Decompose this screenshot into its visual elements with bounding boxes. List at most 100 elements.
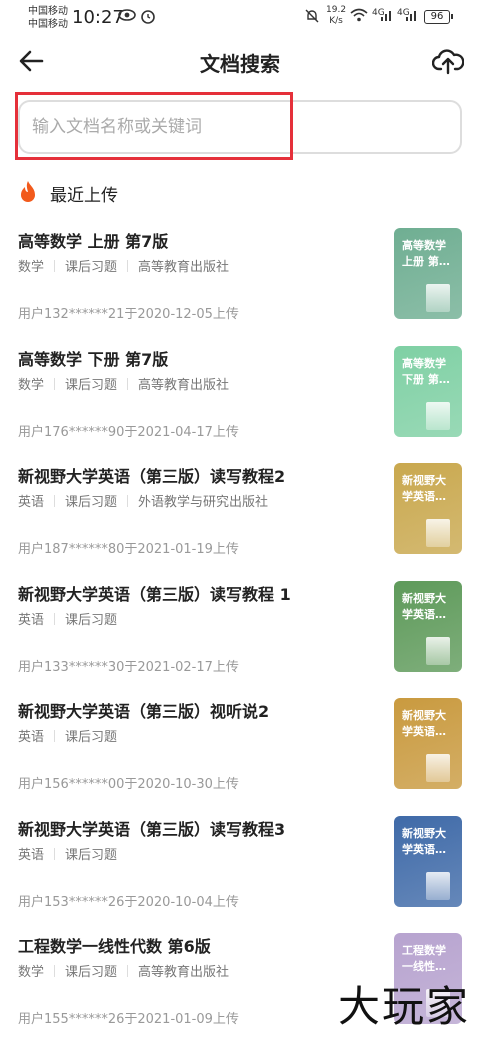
tag-separator xyxy=(54,847,56,860)
section-title: 最近上传 xyxy=(50,186,118,206)
document-upload-info: 用户155******26于2021-01-09上传 xyxy=(18,1012,239,1027)
tag-separator xyxy=(127,260,129,272)
document-upload-info: 用户187******80于2021-01-19上传 xyxy=(18,542,239,557)
tag-separator xyxy=(127,965,129,977)
document-upload-info: 用户176******90于2021-04-17上传 xyxy=(18,424,239,440)
document-tag: 英语 xyxy=(18,730,45,745)
tag-separator xyxy=(127,495,129,507)
net-speed: 19.2 K/s xyxy=(326,5,346,27)
book-thumbnail-icon xyxy=(426,284,450,312)
document-tags: 英语 课后习题 xyxy=(18,609,117,628)
tag-separator xyxy=(54,377,56,390)
page-title: 文档搜索 xyxy=(200,52,280,76)
document-tag: 数学 xyxy=(18,965,45,980)
flame-icon xyxy=(21,181,35,202)
document-tag: 数学 xyxy=(18,377,45,393)
document-cover[interactable]: 新视野大学英语… xyxy=(394,815,462,907)
document-item[interactable]: 新视野大学英语（第三版）读写教程2 英语 课后习题 外语教学与研究出版社用户187**… xyxy=(0,457,480,575)
document-item[interactable]: 高等数学 下册 第7版数学 课后习题 高等教育出版社用户176******90于20… xyxy=(0,340,480,458)
document-tag: 课后习题 xyxy=(65,612,118,628)
document-tags: 英语 课后习题 xyxy=(18,844,117,863)
document-tag: 英语 xyxy=(18,847,45,863)
signal-1-icon xyxy=(380,8,394,26)
cover-title: 新视野大学英语… xyxy=(402,591,446,621)
document-cover[interactable]: 新视野大学英语… xyxy=(394,698,462,789)
cover-title: 高等数学下册 第… xyxy=(402,356,450,386)
book-thumbnail-icon xyxy=(426,871,450,900)
document-title: 新视野大学英语（第三版）视听说2 xyxy=(18,702,270,721)
book-thumbnail-icon xyxy=(426,636,450,665)
document-tags: 数学 课后习题 高等教育出版社 xyxy=(18,256,229,275)
book-thumbnail-icon xyxy=(426,754,450,782)
search-input[interactable] xyxy=(32,112,442,142)
battery-indicator: 96 xyxy=(424,10,453,24)
header: 文档搜索 xyxy=(0,36,480,86)
watermark: 大玩家 xyxy=(337,982,470,1031)
document-tag: 课后习题 xyxy=(65,965,118,980)
tag-separator xyxy=(54,612,56,625)
mute-icon xyxy=(304,8,320,28)
document-item[interactable]: 新视野大学英语（第三版）读写教程 1 英语 课后习题用户133******30于20… xyxy=(0,575,480,693)
document-item[interactable]: 高等数学 上册 第7版数学 课后习题 高等教育出版社用户132******21于20… xyxy=(0,222,480,340)
document-title: 新视野大学英语（第三版）读写教程 1 xyxy=(18,584,291,604)
document-tag: 课后习题 xyxy=(65,847,118,863)
tag-separator xyxy=(127,377,129,390)
tag-separator xyxy=(54,965,56,977)
document-upload-info: 用户132******21于2020-12-05上传 xyxy=(18,307,239,322)
cover-title: 新视野大学英语… xyxy=(402,826,446,856)
cloud-upload-icon xyxy=(431,49,465,75)
net-speed-unit: K/s xyxy=(329,16,343,26)
document-title: 新视野大学英语（第三版）读写教程2 xyxy=(18,467,286,486)
cover-title: 工程数学一线性… xyxy=(402,944,446,973)
upload-button[interactable] xyxy=(431,45,465,77)
search-box[interactable] xyxy=(18,100,462,154)
wifi-icon xyxy=(350,8,368,26)
document-tag: 高等教育出版社 xyxy=(138,965,230,980)
carrier-labels: 中国移动 中国移动 xyxy=(28,5,68,31)
document-tag: 课后习题 xyxy=(65,260,118,275)
document-tags: 数学 课后习题 高等教育出版社 xyxy=(18,961,229,980)
document-upload-info: 用户133******30于2021-02-17上传 xyxy=(18,659,239,675)
net-speed-value: 19.2 xyxy=(326,5,347,15)
status-bar: 中国移动 中国移动 10:27 19.2 K/s 4G 4G 96 xyxy=(0,0,480,36)
document-cover[interactable]: 高等数学上册 第… xyxy=(394,228,462,319)
signal-2-icon xyxy=(405,8,419,26)
clock: 10:27 xyxy=(72,7,124,28)
tag-separator xyxy=(54,495,56,507)
document-tag: 英语 xyxy=(18,612,45,628)
document-tag: 高等教育出版社 xyxy=(138,260,230,275)
document-tags: 数学 课后习题 高等教育出版社 xyxy=(18,374,229,393)
carrier-1: 中国移动 xyxy=(28,6,68,17)
document-tags: 英语 课后习题 xyxy=(18,726,117,745)
document-title: 工程数学一线性代数 第6版 xyxy=(18,937,211,956)
document-tags: 英语 课后习题 外语教学与研究出版社 xyxy=(18,491,268,510)
document-tag: 课后习题 xyxy=(65,377,118,393)
document-cover[interactable]: 新视野大学英语… xyxy=(394,463,462,554)
document-tag: 外语教学与研究出版社 xyxy=(138,495,269,510)
book-thumbnail-icon xyxy=(426,401,450,430)
tag-separator xyxy=(54,730,56,742)
cover-title: 高等数学上册 第… xyxy=(402,239,450,268)
document-item[interactable]: 新视野大学英语（第三版）视听说2 英语 课后习题用户156******00于2020… xyxy=(0,692,480,810)
document-tag: 数学 xyxy=(18,260,45,275)
document-tag: 英语 xyxy=(18,495,45,510)
document-list: 高等数学 上册 第7版 数学 课后习题 高等教育出版社 用户132******21于20… xyxy=(0,222,480,1040)
document-tag: 课后习题 xyxy=(65,495,118,510)
cover-title: 新视野大学英语… xyxy=(402,474,446,503)
document-cover[interactable]: 高等数学下册 第… xyxy=(394,345,462,437)
document-tag: 课后习题 xyxy=(65,730,118,745)
document-title: 新视野大学英语（第三版）读写教程3 xyxy=(18,819,286,839)
document-cover[interactable]: 新视野大学英语… xyxy=(394,580,462,672)
cover-title: 新视野大学英语… xyxy=(402,709,446,738)
document-item[interactable]: 新视野大学英语（第三版）读写教程3 英语 课后习题用户153******26于202… xyxy=(0,810,480,928)
document-title: 高等数学 下册 第7版 xyxy=(18,349,169,369)
document-tag: 高等教育出版社 xyxy=(138,377,230,393)
eye-icon xyxy=(118,8,136,26)
document-upload-info: 用户156******00于2020-10-30上传 xyxy=(18,777,239,792)
carrier-2: 中国移动 xyxy=(28,19,68,30)
alarm-icon xyxy=(140,8,156,28)
tag-separator xyxy=(54,260,56,272)
document-title: 高等数学 上册 第7版 xyxy=(18,232,169,251)
document-upload-info: 用户153******26于2020-10-04上传 xyxy=(18,894,239,910)
book-thumbnail-icon xyxy=(426,519,450,547)
